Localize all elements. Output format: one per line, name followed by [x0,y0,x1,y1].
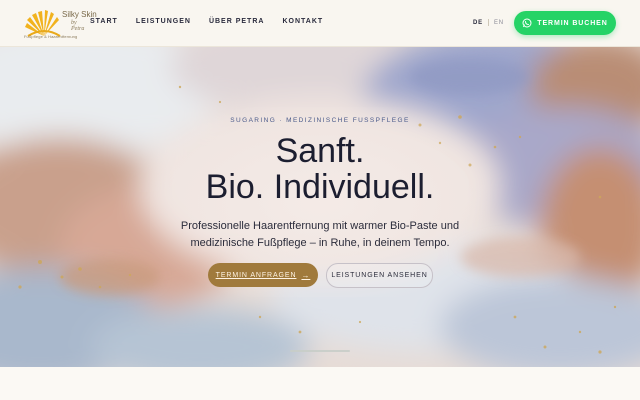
whatsapp-icon [522,18,532,28]
lang-divider [487,19,489,26]
language-switcher: DE EN [473,19,504,26]
hero-subtitle-line1: Professionelle Haarentfernung mit warmer… [180,220,460,232]
lang-en[interactable]: EN [494,20,504,26]
book-appointment-label: TERMIN BUCHEN [537,19,608,27]
main-nav: START LEISTUNGEN ÜBER PETRA KONTAKT [90,18,341,25]
view-services-button[interactable]: LEISTUNGEN ANSEHEN [326,263,433,288]
hero-subtitle-line2: medizinische Fußpflege – in Ruhe, in dei… [190,237,450,249]
next-section [0,367,640,400]
hero-subtitle: Professionelle Haarentfernung mit warmer… [0,218,640,252]
hero-headline-line1: Sanft. [275,132,365,170]
site-header: Silky Skin by Petra Fußpflege & Haarentf… [0,0,640,47]
nav-item-leistungen[interactable]: LEISTUNGEN [136,18,191,25]
logo[interactable]: Silky Skin by Petra Fußpflege & Haarentf… [24,8,97,40]
nav-item-start[interactable]: START [90,18,118,25]
request-appointment-label: TERMIN ANFRAGEN [215,271,297,279]
nav-item-ueber-petra[interactable]: ÜBER PETRA [209,18,265,25]
logo-tagline: Fußpflege & Haarentfernung [24,34,78,39]
hero-headline: Sanft. Bio. Individuell. [0,133,640,205]
logo-script: by Petra [71,20,85,32]
hero-section: SUGARING · MEDIZINISCHE FUSSPFLEGE Sanft… [0,47,640,367]
hero-headline-line2: Bio. Individuell. [205,168,435,206]
arrow-right-icon: → [301,270,311,280]
request-appointment-button[interactable]: TERMIN ANFRAGEN → [208,263,318,287]
scroll-indicator [290,350,350,352]
nav-item-kontakt[interactable]: KONTAKT [282,18,323,25]
book-appointment-button[interactable]: TERMIN BUCHEN [514,11,616,35]
hero-eyebrow: SUGARING · MEDIZINISCHE FUSSPFLEGE [230,117,410,124]
view-services-label: LEISTUNGEN ANSEHEN [331,272,428,279]
lang-de[interactable]: DE [473,20,483,26]
